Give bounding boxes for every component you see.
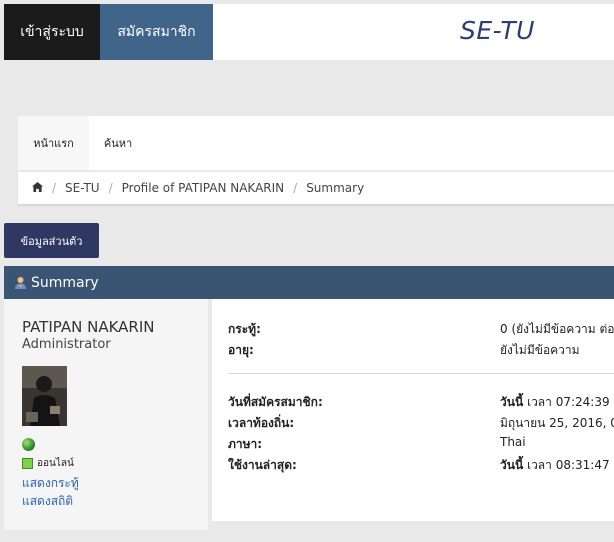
breadcrumb-item[interactable]: SE-TU (65, 181, 100, 195)
breadcrumb-item-current: Summary (306, 181, 365, 195)
breadcrumb-separator: / (293, 181, 298, 195)
summary-title: Summary (31, 274, 99, 291)
online-status-icon (22, 458, 33, 469)
posts-label: กระทู้: (228, 322, 261, 336)
breadcrumb-separator: / (108, 181, 113, 195)
user-name: PATIPAN NAKARIN (22, 318, 155, 336)
divider (228, 373, 614, 374)
home-icon[interactable] (32, 181, 43, 195)
registered-value: วันนี้ เวลา 07:24:39 p (500, 393, 614, 412)
last-active-time: เวลา 08:31:47 p (523, 458, 614, 472)
age-value: ยังไม่มีข้อความ (500, 343, 580, 357)
breadcrumb-separator: / (52, 181, 57, 195)
register-button[interactable]: สมัครสมาชิก (100, 4, 213, 60)
breadcrumb-item[interactable]: Profile of PATIPAN NAKARIN (122, 181, 285, 195)
last-active-day: วันนี้ (500, 458, 524, 472)
registered-label: วันที่สมัครสมาชิก: (228, 395, 323, 409)
breadcrumb: / SE-TU / Profile of PATIPAN NAKARIN / S… (32, 181, 364, 195)
last-active-label: ใช้งานล่าสุด: (228, 458, 297, 472)
language-value: Thai (500, 435, 526, 449)
local-time-value: มิถุนายน 25, 2016, 0 (500, 416, 614, 430)
globe-icon[interactable] (22, 438, 35, 451)
posts-value: 0 (ยังไม่มีข้อความ ต่อ (500, 322, 614, 336)
local-time-label: เวลาท้องถิ่น: (228, 416, 295, 430)
last-active-value: วันนี้ เวลา 08:31:47 p (500, 456, 614, 475)
nav-item-home[interactable]: หน้าแรก (18, 116, 89, 170)
site-title[interactable]: SE-TU (460, 16, 535, 45)
avatar (22, 366, 67, 426)
show-stats-link[interactable]: แสดงสถิติ (22, 492, 73, 511)
summary-header: Summary (4, 266, 614, 299)
profile-info-button[interactable]: ข้อมูลส่วนตัว (4, 223, 99, 258)
nav-item-search[interactable]: ค้นหา (92, 116, 144, 170)
user-role: Administrator (22, 337, 111, 352)
registered-day: วันนี้ (500, 395, 524, 409)
age-label: อายุ: (228, 343, 254, 357)
show-posts-link[interactable]: แสดงกระทู้ (22, 474, 79, 493)
login-button[interactable]: เข้าสู่ระบบ (4, 4, 100, 60)
registered-time: เวลา 07:24:39 p (523, 395, 614, 409)
language-label: ภาษา: (228, 437, 263, 451)
user-icon (15, 276, 26, 289)
online-status-label: ออนไลน์ (37, 458, 74, 469)
